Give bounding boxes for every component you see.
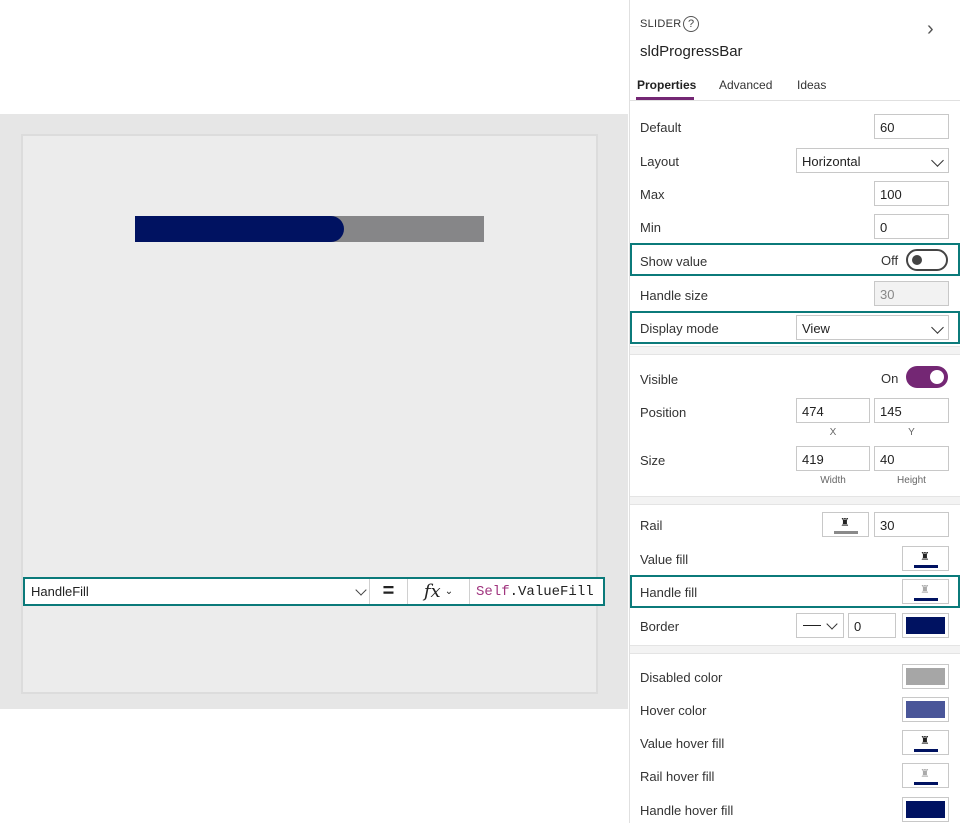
y-caption: Y (908, 427, 915, 438)
max-input[interactable]: 100 (874, 181, 949, 206)
help-icon[interactable]: ? (683, 16, 699, 32)
value-fill-color-bar (914, 565, 938, 568)
disabled-color-button[interactable] (902, 664, 949, 689)
section-divider (630, 346, 960, 355)
x-caption: X (829, 427, 837, 438)
section-divider (630, 496, 960, 505)
border-thickness-input[interactable]: 0 (848, 613, 896, 638)
hover-color-swatch (906, 701, 945, 718)
chevron-down-icon (931, 154, 944, 167)
size-label: Size (640, 453, 666, 468)
min-input[interactable]: 0 (874, 214, 949, 239)
rail-thickness-input[interactable]: 30 (874, 512, 949, 537)
hover-color-button[interactable] (902, 697, 949, 722)
rail-label: Rail (640, 518, 663, 533)
width-caption: Width (820, 475, 846, 486)
tab-properties[interactable]: Properties (637, 78, 696, 92)
properties-panel: SLIDER ? sldProgressBar › Properties Adv… (629, 0, 960, 823)
hover-color-label: Hover color (640, 703, 707, 718)
default-label: Default (640, 120, 682, 135)
handle-hover-fill-swatch (906, 801, 945, 818)
layout-dropdown[interactable]: Horizontal (796, 148, 949, 173)
display-mode-dropdown[interactable]: View (796, 315, 949, 340)
position-y-input[interactable]: 145 (874, 398, 949, 423)
size-height-input[interactable]: 40 (874, 446, 949, 471)
border-color-swatch (906, 617, 945, 634)
handle-fill-label: Handle fill (640, 585, 698, 600)
height-caption: Height (897, 475, 926, 486)
disabled-color-label: Disabled color (640, 670, 723, 685)
toggle-knob (912, 255, 922, 265)
paint-bucket-icon: ♜ (920, 735, 930, 747)
position-label: Position (640, 405, 687, 420)
paint-bucket-icon: ♜ (920, 768, 930, 780)
handle-size-input[interactable]: 30 (874, 281, 949, 306)
value-fill-label: Value fill (640, 552, 689, 567)
visible-state: On (881, 371, 899, 386)
border-color-button[interactable] (902, 613, 949, 638)
chevron-down-icon (931, 321, 944, 334)
paint-bucket-icon: ♜ (920, 551, 930, 563)
slider-value-fill[interactable] (135, 216, 345, 242)
formula-input[interactable]: Self .ValueFill (470, 579, 603, 604)
border-line-icon (803, 625, 821, 626)
rail-color-bar (834, 531, 858, 534)
size-width-input[interactable]: 419 (796, 446, 870, 471)
paint-bucket-icon: ♜ (920, 584, 930, 596)
chevron-down-icon (826, 618, 838, 630)
border-label: Border (640, 619, 680, 634)
layout-value: Horizontal (802, 154, 861, 169)
function-button[interactable]: fx ⌄ (408, 579, 470, 604)
formula-keyword: Self (476, 583, 510, 600)
formula-bar: HandleFill = fx ⌄ Self .ValueFill (23, 577, 605, 606)
handle-fill-color-bar (914, 598, 938, 601)
handle-hover-fill-label: Handle hover fill (640, 803, 734, 818)
max-label: Max (640, 187, 665, 202)
paint-bucket-icon: ♜ (840, 517, 850, 529)
value-hover-fill-label: Value hover fill (640, 736, 725, 751)
app-root: HandleFill = fx ⌄ Self .ValueFill SLIDER … (0, 0, 960, 823)
tab-ideas[interactable]: Ideas (797, 78, 826, 92)
chevron-down-icon (355, 583, 367, 596)
show-value-state: Off (881, 253, 899, 268)
show-value-label: Show value (640, 254, 708, 269)
rail-hover-fill-label: Rail hover fill (640, 769, 715, 784)
rail-color-button[interactable]: ♜ (822, 512, 869, 537)
control-name[interactable]: sldProgressBar (640, 43, 743, 60)
fx-icon: fx (423, 581, 441, 602)
value-hover-fill-color-bar (914, 749, 938, 752)
control-type: SLIDER (640, 18, 682, 30)
chevron-right-icon[interactable]: › (927, 18, 934, 41)
disabled-color-swatch (906, 668, 945, 685)
property-name: HandleFill (31, 584, 89, 599)
display-mode-label: Display mode (640, 321, 719, 336)
handle-fill-button[interactable]: ♜ (902, 579, 949, 604)
visible-toggle[interactable] (906, 366, 948, 388)
handle-size-label: Handle size (640, 288, 708, 303)
handle-hover-fill-button[interactable] (902, 797, 949, 822)
chevron-down-icon: ⌄ (444, 586, 454, 597)
value-fill-button[interactable]: ♜ (902, 546, 949, 571)
position-x-input[interactable]: 474 (796, 398, 870, 423)
formula-member: .ValueFill (509, 583, 594, 600)
rail-hover-fill-color-bar (914, 782, 938, 785)
section-divider (630, 645, 960, 654)
tab-advanced[interactable]: Advanced (719, 78, 772, 92)
default-input[interactable]: 60 (874, 114, 949, 139)
value-hover-fill-button[interactable]: ♜ (902, 730, 949, 755)
layout-label: Layout (640, 154, 680, 169)
divider (630, 100, 960, 101)
equals-sign: = (370, 579, 408, 604)
toggle-knob (930, 370, 944, 384)
property-selector[interactable]: HandleFill (25, 579, 370, 604)
display-mode-value: View (802, 321, 830, 336)
slider-rail[interactable] (135, 216, 484, 242)
show-value-toggle[interactable] (906, 249, 948, 271)
visible-label: Visible (640, 372, 679, 387)
border-style-dropdown[interactable] (796, 613, 844, 638)
min-label: Min (640, 220, 661, 235)
rail-hover-fill-button[interactable]: ♜ (902, 763, 949, 788)
